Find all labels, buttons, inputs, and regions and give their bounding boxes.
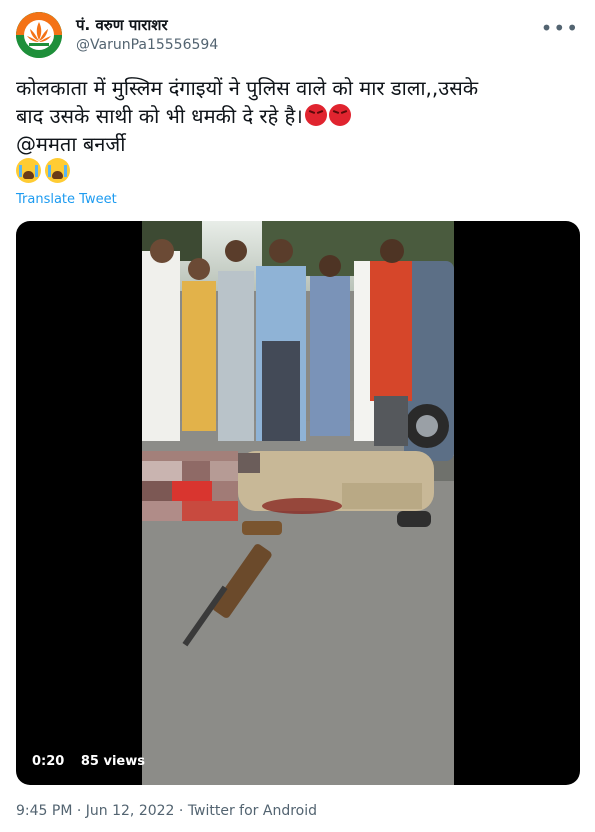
crying-face-icon <box>45 158 70 183</box>
tweet-date-link[interactable]: Jun 12, 2022 <box>86 803 175 819</box>
tweet-header: पं. वरुण पाराशर @VarunPa15556594 ••• <box>16 12 583 60</box>
tweet-source-link[interactable]: Twitter for Android <box>188 803 317 819</box>
tweet-line-2: बाद उसके साथी को भी धमकी दे रहे है। <box>16 102 576 130</box>
tweet-footer: 9:45 PM · Jun 12, 2022 · Twitter for And… <box>16 803 317 819</box>
tweet-time-link[interactable]: 9:45 PM <box>16 803 72 819</box>
footer-separator: · <box>174 803 188 819</box>
video-overlay-info: 0:20 85 views <box>32 754 157 769</box>
tweet-line-2-text: बाद उसके साथी को भी धमकी दे रहे है। <box>16 104 303 128</box>
mention-link[interactable]: @ममता बनर्जी <box>16 130 576 158</box>
more-options-icon[interactable]: ••• <box>541 18 579 38</box>
video-player[interactable]: 0:20 85 views <box>16 221 580 785</box>
footer-separator: · <box>72 803 86 819</box>
crying-face-icon <box>16 158 41 183</box>
video-duration: 0:20 <box>32 754 65 769</box>
tweet-text: कोलकाता में मुस्लिम दंगाइयों ने पुलिस वा… <box>16 74 576 186</box>
angry-face-icon <box>328 104 351 126</box>
video-frame-image <box>142 221 454 785</box>
angry-face-icon <box>304 104 327 126</box>
translate-tweet-link[interactable]: Translate Tweet <box>16 192 117 207</box>
author-handle[interactable]: @VarunPa15556594 <box>76 37 218 53</box>
video-views: 85 views <box>80 754 145 769</box>
emoji-row <box>16 158 576 186</box>
avatar[interactable] <box>16 12 62 58</box>
author-display-name[interactable]: पं. वरुण पाराशर <box>76 15 168 35</box>
bjp-lotus-logo-icon <box>16 12 62 58</box>
tweet-line-1: कोलकाता में मुस्लिम दंगाइयों ने पुलिस वा… <box>16 76 479 100</box>
